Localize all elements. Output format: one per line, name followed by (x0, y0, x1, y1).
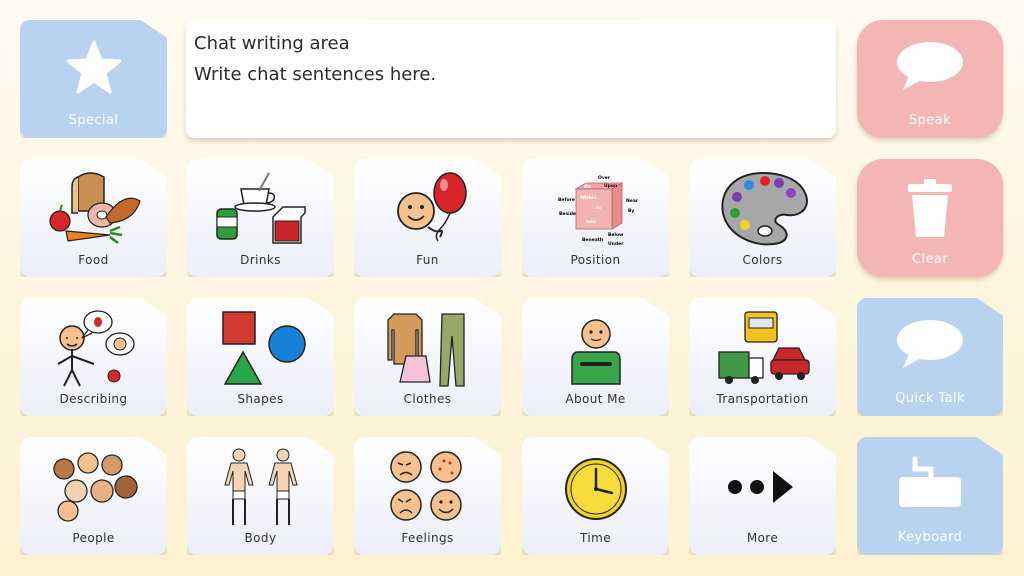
clothes-icon (386, 313, 465, 387)
keyboard-label: Keyboard (897, 530, 963, 545)
category-label: Shapes (237, 392, 284, 406)
quick-talk-button[interactable]: Quick Talk (857, 298, 1003, 416)
category-describing[interactable]: Describing (20, 298, 167, 416)
shapes-icon (221, 311, 306, 385)
describing-icon (57, 310, 135, 387)
clear-button[interactable]: Clear (857, 159, 1003, 277)
people-icon (52, 452, 138, 522)
category-label: Transportation (716, 392, 809, 406)
category-label: Colors (742, 253, 783, 267)
transportation-icon (717, 311, 810, 384)
category-label: People (72, 531, 115, 545)
palette-icon (720, 171, 808, 246)
position-word-upon: Upon (604, 183, 617, 189)
category-people[interactable]: People (20, 437, 167, 555)
star-icon (66, 40, 121, 94)
trash-can-icon (908, 179, 952, 237)
category-label: Fun (416, 253, 439, 267)
category-more[interactable]: More (689, 437, 836, 555)
category-time[interactable]: Time (522, 437, 669, 555)
category-fun[interactable]: Fun (354, 159, 501, 277)
about-me-icon (570, 319, 621, 385)
category-label: Feelings (401, 531, 454, 545)
category-drinks[interactable]: Drinks (187, 159, 334, 277)
quick-talk-label: Quick Talk (895, 391, 965, 406)
position-icon: Over On Upon Before Within Near By Besid… (558, 175, 639, 247)
chat-line-1: Chat writing area (194, 33, 350, 54)
position-word-below: Below (608, 232, 623, 238)
category-label: Body (244, 531, 277, 545)
position-word-beneath: Beneath (582, 237, 603, 243)
category-label: Time (580, 531, 611, 545)
position-word-by: By (628, 208, 634, 214)
position-word-near: Near (626, 198, 639, 204)
category-body[interactable]: Body (187, 437, 334, 555)
category-label: Describing (59, 392, 128, 406)
position-word-in: In (596, 205, 601, 211)
feelings-icon (389, 451, 462, 521)
category-label: More (746, 531, 779, 545)
special-label: Special (68, 113, 119, 128)
speech-bubble-icon (897, 42, 963, 90)
category-label: About Me (565, 392, 626, 406)
position-word-before: Before (558, 197, 575, 203)
speak-button[interactable]: Speak (857, 20, 1003, 138)
speech-bubble-icon (897, 320, 963, 368)
fun-icon (396, 172, 467, 242)
speak-label: Speak (909, 113, 951, 128)
category-transportation[interactable]: Transportation (689, 298, 836, 416)
position-word-into: Into (586, 219, 596, 225)
category-shapes[interactable]: Shapes (187, 298, 334, 416)
more-icon (727, 471, 793, 503)
position-word-on: On (584, 184, 591, 190)
drinks-icon (215, 172, 306, 244)
body-icon (223, 448, 298, 525)
clock-icon (564, 458, 627, 520)
category-clothes[interactable]: Clothes (354, 298, 501, 416)
category-colors[interactable]: Colors (689, 159, 836, 277)
keyboard-icon (899, 456, 961, 507)
category-about-me[interactable]: About Me (522, 298, 669, 416)
position-word-beside: Beside (559, 211, 576, 217)
category-feelings[interactable]: Feelings (354, 437, 501, 555)
category-label: Position (570, 253, 621, 267)
chat-line-2: Write chat sentences here. (194, 64, 437, 85)
chat-writing-area[interactable]: Chat writing area Write chat sentences h… (186, 20, 836, 138)
category-position[interactable]: Over On Upon Before Within Near By Besid… (522, 159, 669, 277)
position-word-within: Within (580, 195, 597, 201)
position-word-under: Under (608, 241, 624, 247)
keyboard-button[interactable]: Keyboard (857, 437, 1003, 555)
category-label: Drinks (240, 253, 281, 267)
special-button[interactable]: Special (20, 20, 167, 138)
food-icon (48, 172, 141, 244)
category-food[interactable]: Food (20, 159, 167, 277)
clear-label: Clear (912, 252, 948, 267)
category-label: Clothes (403, 392, 452, 406)
category-label: Food (78, 253, 109, 267)
position-word-over: Over (598, 175, 611, 181)
